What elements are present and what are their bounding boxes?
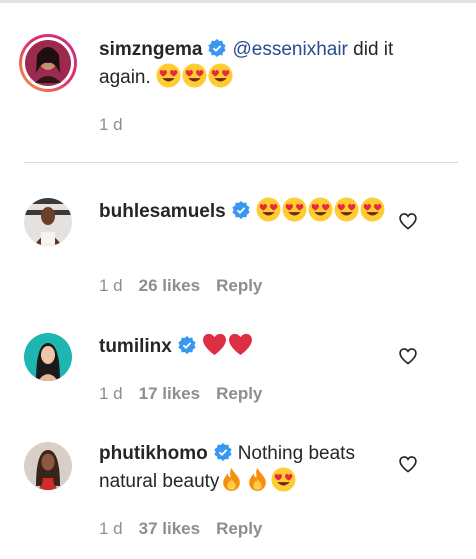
heart-eyes-emoji-icon — [271, 467, 296, 492]
red-heart-emoji-icon — [202, 333, 226, 355]
fire-emoji-icon — [223, 468, 241, 491]
comment-meta: 1 d 17 likes Reply — [99, 384, 278, 404]
avatar-image — [24, 442, 72, 490]
caption-meta: 1 d — [99, 115, 139, 135]
heart-eyes-emoji-icon — [156, 63, 181, 88]
caption-divider — [24, 162, 458, 163]
comment-meta: 1 d 37 likes Reply — [99, 519, 278, 539]
like-heart-icon[interactable] — [398, 454, 418, 474]
likes-count[interactable]: 26 likes — [139, 276, 200, 295]
reply-button[interactable]: Reply — [216, 519, 262, 538]
heart-eyes-emoji-icon — [208, 63, 233, 88]
caption-username[interactable]: simzngema — [99, 39, 202, 60]
caption-text: simzngema @essenixhair did it again. — [99, 36, 439, 91]
heart-eyes-emoji-icon — [282, 197, 307, 222]
comment-avatar[interactable] — [24, 198, 72, 246]
avatar-image — [24, 333, 72, 381]
reply-button[interactable]: Reply — [216, 276, 262, 295]
likes-count[interactable]: 17 likes — [139, 384, 200, 403]
story-ring-icon — [19, 34, 77, 92]
heart-eyes-emoji-icon — [360, 197, 385, 222]
comment-time: 1 d — [99, 519, 123, 538]
comment-meta: 1 d 26 likes Reply — [99, 276, 278, 296]
heart-eyes-emoji-icon — [182, 63, 207, 88]
caption-time: 1 d — [99, 115, 123, 134]
top-border — [0, 0, 476, 3]
heart-eyes-emoji-icon — [334, 197, 359, 222]
avatar-image — [24, 198, 72, 246]
verified-badge-icon — [208, 39, 227, 57]
mention-link[interactable]: @essenixhair — [232, 39, 347, 60]
comment-time: 1 d — [99, 276, 123, 295]
fire-emoji-icon — [249, 468, 267, 491]
comment-avatar[interactable] — [24, 333, 72, 381]
comment-time: 1 d — [99, 384, 123, 403]
verified-badge-icon — [232, 201, 250, 219]
comment-avatar[interactable] — [24, 442, 72, 490]
caption-emojis — [156, 63, 234, 88]
like-heart-icon[interactable] — [398, 211, 418, 231]
verified-badge-icon — [214, 443, 232, 461]
comment-username[interactable]: buhlesamuels — [99, 201, 226, 222]
comment-text: phutikhomo Nothing beats natural beauty — [99, 440, 389, 495]
comment-username[interactable]: tumilinx — [99, 336, 172, 357]
like-heart-icon[interactable] — [398, 346, 418, 366]
verified-badge-icon — [178, 336, 196, 354]
red-heart-emoji-icon — [228, 333, 252, 355]
heart-eyes-emoji-icon — [256, 197, 281, 222]
heart-eyes-emoji-icon — [308, 197, 333, 222]
comment-text: tumilinx — [99, 332, 389, 360]
caption-avatar[interactable] — [18, 33, 78, 93]
comment-text: buhlesamuels — [99, 197, 389, 225]
comment-username[interactable]: phutikhomo — [99, 443, 208, 464]
reply-button[interactable]: Reply — [216, 384, 262, 403]
likes-count[interactable]: 37 likes — [139, 519, 200, 538]
